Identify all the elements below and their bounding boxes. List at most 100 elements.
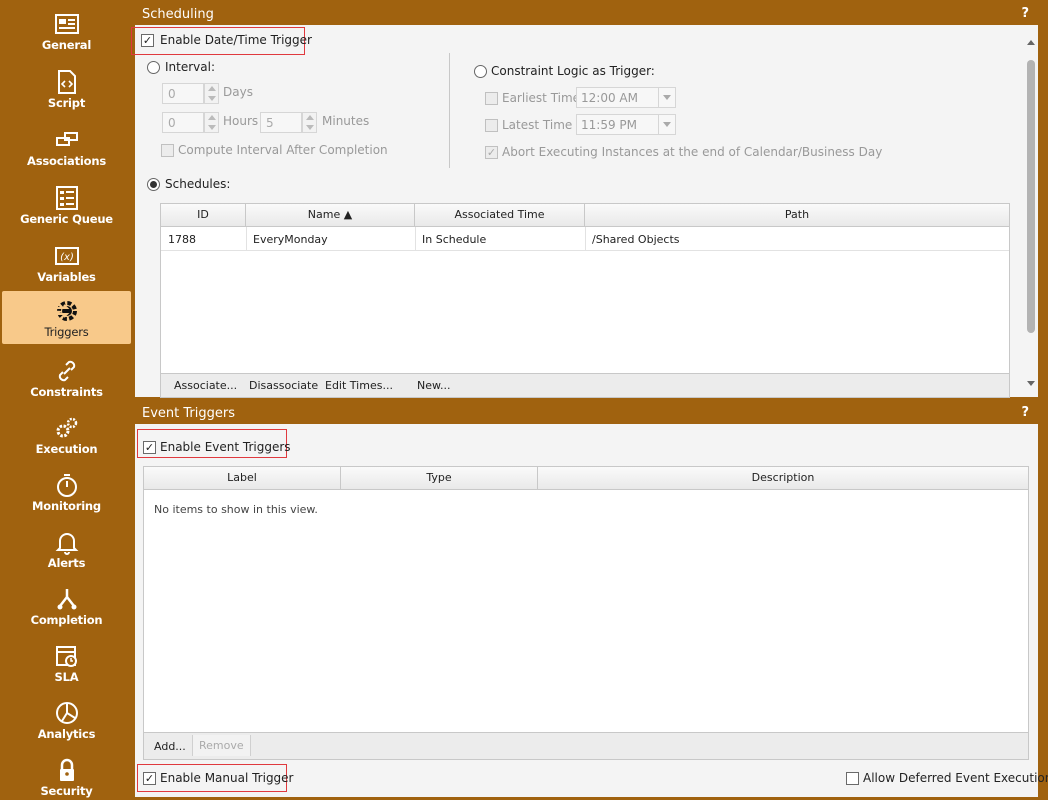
generic-queue-icon bbox=[54, 185, 80, 211]
remove-button[interactable]: Remove bbox=[192, 735, 251, 756]
chevron-down-icon bbox=[658, 87, 675, 108]
panel-title: Event Triggers bbox=[142, 406, 235, 421]
nav-item-sla[interactable]: SLA bbox=[2, 636, 131, 688]
column-header-name[interactable]: Name ▲ bbox=[246, 204, 415, 226]
nav-label: Alerts bbox=[47, 556, 86, 570]
column-header-type[interactable]: Type bbox=[341, 467, 538, 489]
earliest-time-select[interactable]: 12:00 AM bbox=[576, 87, 676, 108]
column-header-description[interactable]: Description bbox=[538, 467, 1028, 489]
nav-label: Security bbox=[40, 784, 93, 798]
latest-time-select[interactable]: 11:59 PM bbox=[576, 114, 676, 135]
execution-icon bbox=[54, 415, 80, 441]
security-icon bbox=[54, 757, 80, 783]
cell-name: EveryMonday bbox=[253, 233, 328, 246]
general-icon bbox=[54, 11, 80, 37]
constraints-icon bbox=[54, 358, 80, 384]
event-triggers-body: ✓ Enable Event Triggers Label Type Descr… bbox=[135, 424, 1048, 797]
constraint-logic-label: Constraint Logic as Trigger: bbox=[491, 64, 655, 78]
nav-item-analytics[interactable]: Analytics bbox=[2, 693, 131, 745]
event-triggers-header: Event Triggers ? bbox=[135, 403, 1038, 424]
sla-icon bbox=[54, 643, 80, 669]
nav-label: Completion bbox=[30, 613, 103, 627]
cell-associated-time: In Schedule bbox=[422, 233, 487, 246]
scroll-down-icon[interactable] bbox=[1027, 381, 1035, 386]
interval-label: Interval: bbox=[165, 60, 215, 74]
scheduling-panel: Scheduling ? ✓ Enable Date/Time Trigger … bbox=[131, 4, 1038, 398]
scroll-up-icon[interactable] bbox=[1027, 40, 1035, 45]
minutes-label: Minutes bbox=[322, 114, 370, 128]
earliest-time-checkbox[interactable] bbox=[485, 92, 498, 105]
monitoring-icon bbox=[54, 472, 80, 498]
table-row[interactable]: 1788 EveryMonday In Schedule /Shared Obj… bbox=[161, 227, 1009, 251]
nav-item-general[interactable]: General bbox=[2, 4, 131, 56]
help-icon[interactable]: ? bbox=[1021, 405, 1029, 420]
days-input[interactable]: 0 bbox=[162, 83, 204, 104]
associate-button[interactable]: Associate... bbox=[168, 374, 243, 397]
schedules-radio[interactable] bbox=[147, 178, 160, 191]
enable-event-triggers-label: Enable Event Triggers bbox=[160, 440, 291, 454]
nav-item-completion[interactable]: Completion bbox=[2, 579, 131, 631]
nav-label: Constraints bbox=[30, 385, 103, 399]
nav-item-constraints[interactable]: Constraints bbox=[2, 351, 131, 403]
enable-datetime-checkbox[interactable]: ✓ bbox=[141, 34, 154, 47]
sidebar: General Script Associations Generic Queu… bbox=[0, 0, 131, 800]
constraint-logic-radio[interactable] bbox=[474, 65, 487, 78]
minutes-input[interactable]: 5 bbox=[260, 112, 302, 133]
days-spinner[interactable] bbox=[204, 83, 219, 104]
enable-event-triggers-checkbox[interactable]: ✓ bbox=[143, 441, 156, 454]
nav-item-alerts[interactable]: Alerts bbox=[2, 522, 131, 574]
help-icon[interactable]: ? bbox=[1021, 6, 1029, 21]
column-header-label[interactable]: Label bbox=[144, 467, 341, 489]
latest-time-checkbox[interactable] bbox=[485, 119, 498, 132]
event-triggers-panel: Event Triggers ? ✓ Enable Event Triggers… bbox=[135, 403, 1048, 797]
abort-instances-label: Abort Executing Instances at the end of … bbox=[502, 145, 883, 159]
table-header: ID Name ▲ Associated Time Path bbox=[161, 204, 1009, 227]
hours-spinner[interactable] bbox=[204, 112, 219, 133]
scheduling-header: Scheduling ? bbox=[135, 4, 1038, 25]
hours-label: Hours bbox=[223, 114, 259, 128]
minutes-spinner[interactable] bbox=[302, 112, 317, 133]
compute-interval-checkbox[interactable] bbox=[161, 144, 174, 157]
column-header-path[interactable]: Path bbox=[585, 204, 1009, 226]
days-label: Days bbox=[223, 85, 253, 99]
disassociate-button[interactable]: Disassociate bbox=[243, 374, 324, 397]
associations-icon bbox=[54, 127, 80, 153]
hours-input[interactable]: 0 bbox=[162, 112, 204, 133]
nav-item-script[interactable]: Script bbox=[2, 62, 131, 114]
column-header-associated-time[interactable]: Associated Time bbox=[415, 204, 585, 226]
nav-label: Script bbox=[47, 96, 86, 110]
analytics-icon bbox=[54, 700, 80, 726]
nav-item-generic-queue[interactable]: Generic Queue bbox=[2, 178, 131, 230]
script-icon bbox=[54, 69, 80, 95]
allow-deferred-checkbox[interactable] bbox=[846, 772, 859, 785]
new-button[interactable]: New... bbox=[411, 374, 456, 397]
nav-item-associations[interactable]: Associations bbox=[2, 120, 131, 172]
nav-label: Triggers bbox=[44, 325, 89, 339]
divider bbox=[449, 53, 450, 168]
nav-item-monitoring[interactable]: Monitoring bbox=[2, 465, 131, 517]
allow-deferred-label: Allow Deferred Event Execution bbox=[863, 771, 1048, 785]
column-header-id[interactable]: ID bbox=[161, 204, 246, 226]
nav-label: General bbox=[41, 38, 92, 52]
nav-item-security[interactable]: Security bbox=[2, 750, 131, 800]
abort-instances-checkbox[interactable]: ✓ bbox=[485, 146, 498, 159]
interval-radio[interactable] bbox=[147, 61, 160, 74]
add-button[interactable]: Add... bbox=[148, 735, 192, 758]
scroll-thumb[interactable] bbox=[1027, 60, 1035, 333]
enable-manual-trigger-label: Enable Manual Trigger bbox=[160, 771, 294, 785]
panel-title: Scheduling bbox=[142, 7, 214, 22]
scrollbar[interactable] bbox=[1024, 25, 1038, 397]
earliest-time-value: 12:00 AM bbox=[581, 91, 638, 105]
nav-label: Generic Queue bbox=[20, 212, 113, 226]
nav-label: Variables bbox=[37, 270, 96, 284]
nav-label: Execution bbox=[35, 442, 98, 456]
nav-item-execution[interactable]: Execution bbox=[2, 408, 131, 460]
nav-item-triggers[interactable]: Triggers bbox=[2, 291, 131, 344]
nav-label: Analytics bbox=[37, 727, 96, 741]
enable-datetime-label: Enable Date/Time Trigger bbox=[160, 33, 312, 47]
event-triggers-table: Label Type Description No items to show … bbox=[143, 466, 1029, 760]
schedules-table: ID Name ▲ Associated Time Path 1788 Ever… bbox=[160, 203, 1010, 398]
edit-times-button[interactable]: Edit Times... bbox=[319, 374, 399, 397]
nav-item-variables[interactable]: (x) Variables bbox=[2, 236, 131, 288]
enable-manual-trigger-checkbox[interactable]: ✓ bbox=[143, 772, 156, 785]
